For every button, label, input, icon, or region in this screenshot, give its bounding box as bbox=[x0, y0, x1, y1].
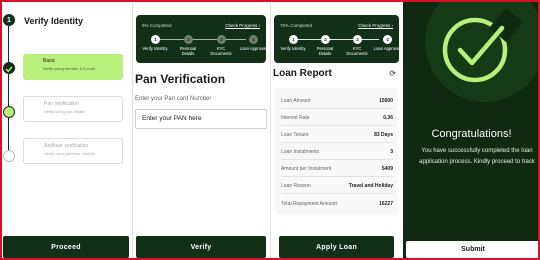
step-title: Basic bbox=[43, 58, 56, 64]
stepper-node: 2 bbox=[321, 35, 330, 44]
row-key: Loan Reason bbox=[281, 183, 311, 189]
report-row: Loan Amount 15000 bbox=[281, 94, 393, 109]
congrats-title: Congratulations! bbox=[431, 128, 512, 140]
step-connector bbox=[8, 118, 9, 152]
row-key: Loan Amount bbox=[281, 98, 311, 104]
stepper-node: 4 bbox=[383, 35, 392, 44]
loan-report-card: Loan Amount 15000 Interest Rate 0.36 Loan … bbox=[275, 88, 398, 215]
row-value: 5409 bbox=[381, 166, 393, 172]
row-value: 3 bbox=[390, 149, 393, 155]
stepper-label: Verify Identity bbox=[142, 46, 168, 51]
report-row: Interest Rate 0.36 bbox=[281, 111, 393, 126]
stepper-label: Loan Approval bbox=[239, 46, 267, 51]
success-message: You have successfully completed the loan… bbox=[419, 148, 535, 165]
step-current-icon bbox=[3, 106, 15, 118]
stepper-label: Loan Approval bbox=[373, 46, 401, 51]
verify-identity-screen: 1 Verify Identity Basic Verify using num… bbox=[0, 0, 132, 260]
stepper-label: Personal Details bbox=[316, 46, 334, 56]
stepper-node: 1 bbox=[151, 35, 160, 44]
success-screen: Congratulations! You have successfully c… bbox=[403, 0, 540, 260]
row-key: Loan Tenure bbox=[281, 132, 309, 138]
refresh-icon[interactable]: ⟳ bbox=[389, 69, 396, 78]
step-pending-icon bbox=[3, 150, 15, 162]
report-row: Total Repayment Amount 16227 bbox=[281, 196, 393, 211]
step-desc: Verify using number & E-mail bbox=[43, 66, 95, 71]
stepper-node: 2 bbox=[184, 35, 193, 44]
progress-stepper: 5% Completed Check Progress › 1 2 3 4 Ve… bbox=[136, 15, 266, 63]
stepper-label: KYC Documents bbox=[210, 46, 232, 56]
step-number-badge: 1 bbox=[3, 14, 15, 26]
stepper-node: 1 bbox=[289, 35, 298, 44]
pan-verification-screen: 5% Completed Check Progress › 1 2 3 4 Ve… bbox=[132, 0, 269, 260]
report-row: Loan Instalments 3 bbox=[281, 145, 393, 160]
stepper-label: KYC Documents bbox=[346, 46, 368, 56]
stepper-node: 3 bbox=[353, 35, 362, 44]
step-card-basic[interactable]: Basic Verify using number & E-mail bbox=[23, 54, 123, 80]
report-row: Loan Reason Travel and Holiday bbox=[281, 179, 393, 194]
check-progress-link[interactable]: Check Progress › bbox=[358, 23, 393, 28]
step-desc: Verify using pan details bbox=[44, 109, 86, 114]
step-connector bbox=[8, 74, 9, 106]
stepper-label: Personal Details bbox=[179, 46, 197, 56]
success-check-icon bbox=[425, 0, 540, 102]
step-title: Aadhaar verification bbox=[44, 143, 89, 149]
row-key: Amount per Instalment bbox=[281, 166, 332, 172]
loan-report-screen: 75% Completed Check Progress › 1 2 3 4 V… bbox=[270, 0, 402, 260]
stepper-node: 4 bbox=[249, 35, 258, 44]
check-progress-link[interactable]: Check Progress › bbox=[225, 23, 260, 28]
row-value: 16227 bbox=[379, 200, 393, 207]
progress-text: 5% Completed bbox=[142, 23, 172, 28]
step-card-pan[interactable]: Pan Verification Verify using pan detail… bbox=[23, 96, 123, 122]
submit-button[interactable]: Submit bbox=[406, 241, 540, 258]
pan-input[interactable]: Enter your PAN here bbox=[135, 109, 267, 129]
step-card-aadhaar[interactable]: Aadhaar verification Verify using aadhaa… bbox=[23, 138, 123, 164]
stepper-track bbox=[294, 39, 379, 40]
report-row: Amount per Instalment 5409 bbox=[281, 162, 393, 177]
stepper-label: Verify Identity bbox=[280, 46, 306, 51]
row-value: 0.36 bbox=[383, 115, 393, 121]
step-title: Pan Verification bbox=[44, 101, 79, 107]
progress-text: 75% Completed bbox=[280, 23, 313, 28]
page-title: Loan Report bbox=[273, 68, 332, 79]
step-desc: Verify using aadhaar number bbox=[44, 151, 96, 156]
page-title: Verify Identity bbox=[24, 16, 84, 26]
report-row: Loan Tenure 83 Days bbox=[281, 128, 393, 143]
row-key: Interest Rate bbox=[281, 115, 310, 121]
row-value: Travel and Holiday bbox=[348, 183, 393, 189]
stepper-track bbox=[156, 39, 246, 40]
pan-field-label: Enter your Pan card Number bbox=[135, 96, 212, 102]
stepper-node: 3 bbox=[217, 35, 226, 44]
row-key: Loan Instalments bbox=[281, 149, 320, 155]
page-title: Pan Verification bbox=[135, 72, 226, 86]
progress-stepper: 75% Completed Check Progress › 1 2 3 4 V… bbox=[274, 15, 401, 63]
row-key: Total Repayment Amount bbox=[281, 200, 337, 207]
row-value: 83 Days bbox=[374, 132, 393, 138]
step-done-check-icon bbox=[3, 62, 15, 74]
row-value: 15000 bbox=[379, 98, 393, 104]
proceed-button[interactable]: Proceed bbox=[3, 236, 129, 258]
verify-button[interactable]: Verify bbox=[136, 236, 266, 258]
apply-loan-button[interactable]: Apply Loan bbox=[279, 236, 394, 258]
